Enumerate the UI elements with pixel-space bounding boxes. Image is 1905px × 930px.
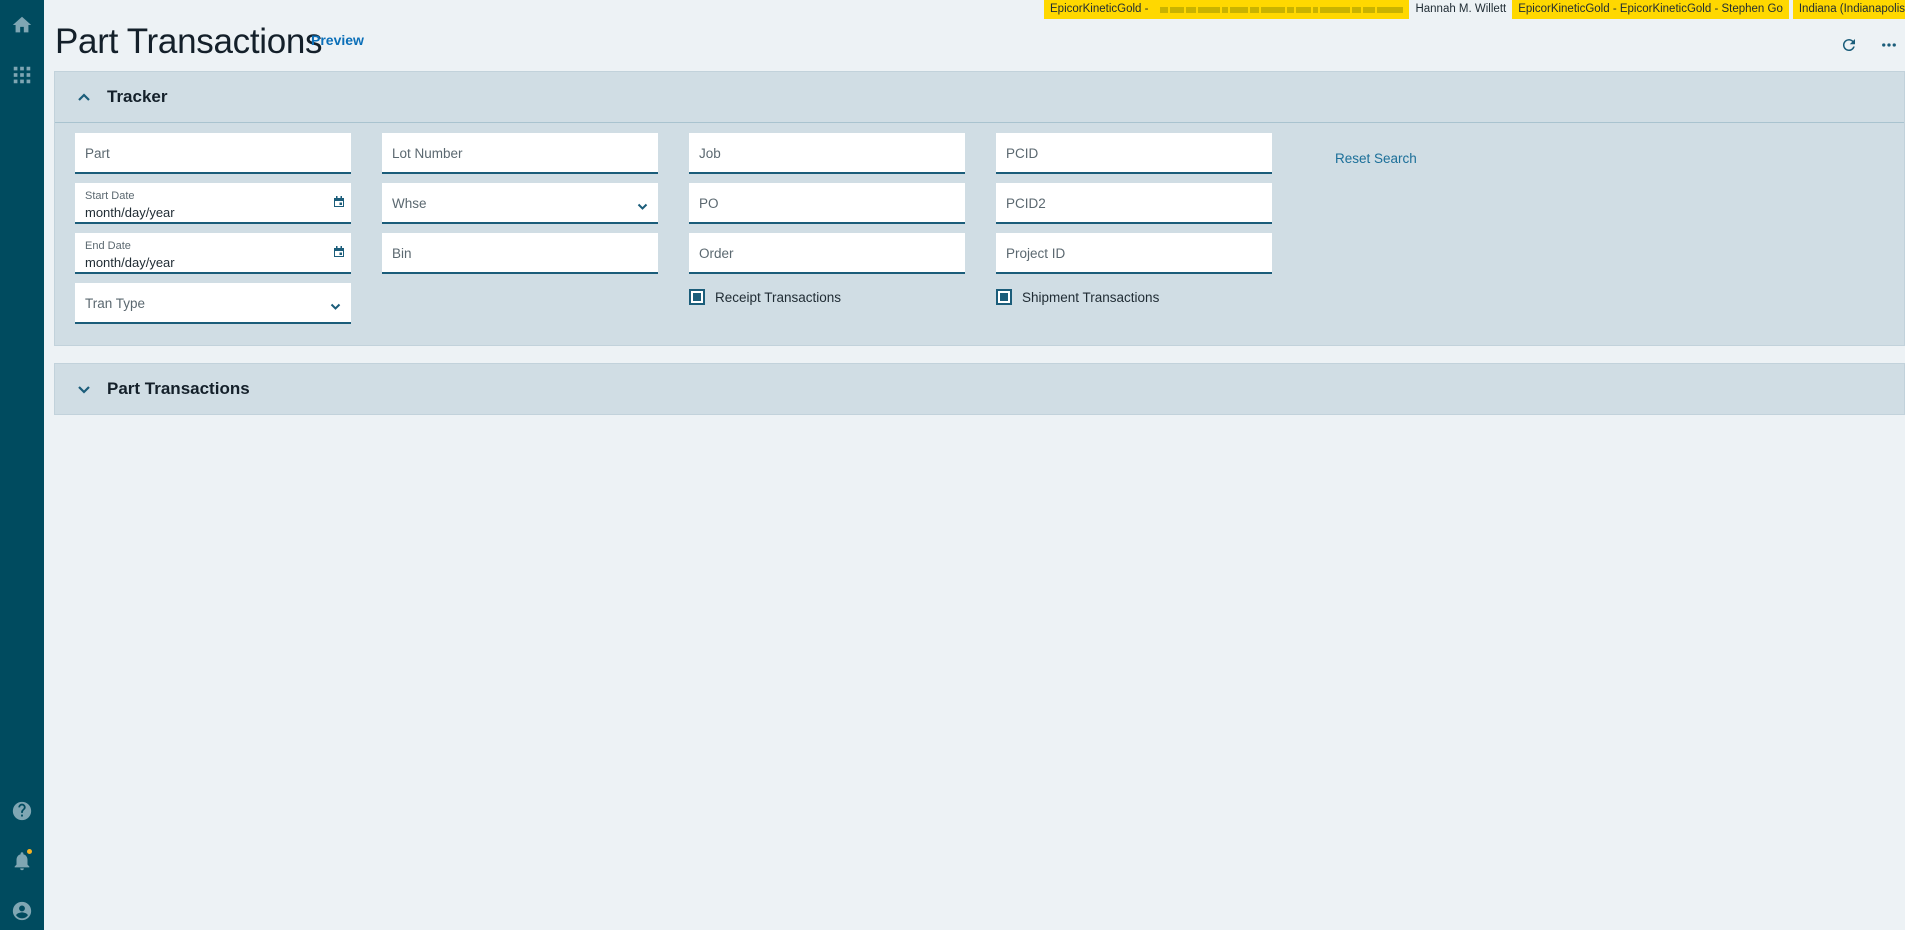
calendar-icon[interactable] bbox=[333, 245, 345, 257]
tracker-title: Tracker bbox=[107, 87, 168, 106]
bin-field[interactable]: Bin bbox=[382, 233, 658, 274]
tracker-header[interactable]: Tracker bbox=[55, 72, 1904, 122]
part-transactions-title: Part Transactions bbox=[107, 379, 250, 398]
user-button[interactable] bbox=[7, 896, 37, 926]
part-placeholder: Part bbox=[85, 146, 110, 161]
checkbox-check-icon bbox=[1000, 293, 1008, 301]
whse-dropdown[interactable]: Whse bbox=[382, 183, 658, 224]
env-user: Hannah M. Willett bbox=[1409, 0, 1513, 19]
chevron-down-icon bbox=[77, 382, 91, 396]
shipment-transactions-checkbox[interactable]: Shipment Transactions bbox=[996, 289, 1159, 305]
more-options-button[interactable] bbox=[1878, 34, 1900, 56]
page-title: Part Transactions bbox=[55, 22, 323, 61]
part-transactions-panel: Part Transactions bbox=[54, 363, 1905, 415]
shipment-checkbox-box[interactable] bbox=[996, 289, 1012, 305]
job-placeholder: Job bbox=[699, 146, 721, 161]
lot-number-field[interactable]: Lot Number bbox=[382, 133, 658, 174]
tracker-panel: Tracker Part Start Date month/day/year E… bbox=[54, 71, 1905, 346]
apps-button[interactable] bbox=[7, 60, 37, 90]
refresh-icon bbox=[1842, 39, 1855, 52]
start-date-label: Start Date bbox=[85, 190, 135, 202]
home-icon bbox=[12, 16, 32, 33]
project-id-field[interactable]: Project ID bbox=[996, 233, 1272, 274]
help-button[interactable] bbox=[7, 796, 37, 826]
job-field[interactable]: Job bbox=[689, 133, 965, 174]
chevron-up-icon bbox=[77, 90, 91, 104]
environment-bar: EpicorKineticGold - Hannah M. Willett Ep… bbox=[1044, 0, 1905, 19]
home-button[interactable] bbox=[7, 10, 37, 40]
order-field[interactable]: Order bbox=[689, 233, 965, 274]
order-placeholder: Order bbox=[699, 246, 734, 261]
env-company: EpicorKineticGold - bbox=[1044, 0, 1155, 19]
bin-placeholder: Bin bbox=[392, 246, 412, 261]
refresh-button[interactable] bbox=[1838, 34, 1860, 56]
user-icon bbox=[12, 901, 32, 921]
po-placeholder: PO bbox=[699, 196, 719, 211]
po-field[interactable]: PO bbox=[689, 183, 965, 224]
env-session: EpicorKineticGold - EpicorKineticGold - … bbox=[1512, 0, 1789, 19]
lot-number-placeholder: Lot Number bbox=[392, 146, 463, 161]
end-date-field[interactable]: End Date month/day/year bbox=[75, 233, 351, 274]
help-icon bbox=[12, 801, 32, 821]
pcid2-field[interactable]: PCID2 bbox=[996, 183, 1272, 224]
env-site: Indiana (Indianapolis bbox=[1792, 0, 1905, 19]
pcid2-placeholder: PCID2 bbox=[1006, 196, 1046, 211]
end-date-value: month/day/year bbox=[85, 255, 175, 270]
end-date-label: End Date bbox=[85, 240, 131, 252]
notification-dot bbox=[27, 849, 32, 854]
pcid-placeholder: PCID bbox=[1006, 146, 1039, 161]
start-date-field[interactable]: Start Date month/day/year bbox=[75, 183, 351, 224]
preview-link[interactable]: Preview bbox=[311, 32, 364, 48]
env-redacted-info bbox=[1154, 0, 1410, 19]
chevron-down-icon bbox=[330, 299, 341, 310]
tran-type-placeholder: Tran Type bbox=[85, 296, 146, 311]
notifications-button[interactable] bbox=[7, 846, 37, 876]
apps-grid-icon bbox=[13, 66, 31, 84]
whse-placeholder: Whse bbox=[392, 196, 427, 211]
part-transactions-header[interactable]: Part Transactions bbox=[55, 364, 1904, 414]
start-date-value: month/day/year bbox=[85, 205, 175, 220]
receipt-checkbox-box[interactable] bbox=[689, 289, 705, 305]
chevron-down-icon bbox=[637, 199, 648, 210]
shipment-transactions-label: Shipment Transactions bbox=[1022, 289, 1160, 305]
receipt-transactions-checkbox[interactable]: Receipt Transactions bbox=[689, 289, 841, 305]
project-id-placeholder: Project ID bbox=[1006, 246, 1066, 261]
part-field[interactable]: Part bbox=[75, 133, 351, 174]
tracker-body: Part Start Date month/day/year End Date … bbox=[55, 123, 1904, 345]
left-sidebar bbox=[0, 0, 44, 930]
pcid-field[interactable]: PCID bbox=[996, 133, 1272, 174]
reset-search-link[interactable]: Reset Search bbox=[1335, 151, 1417, 166]
more-icon bbox=[1882, 43, 1896, 47]
checkbox-check-icon bbox=[693, 293, 701, 301]
tran-type-dropdown[interactable]: Tran Type bbox=[75, 283, 351, 324]
calendar-icon[interactable] bbox=[333, 195, 345, 207]
receipt-transactions-label: Receipt Transactions bbox=[715, 289, 842, 305]
